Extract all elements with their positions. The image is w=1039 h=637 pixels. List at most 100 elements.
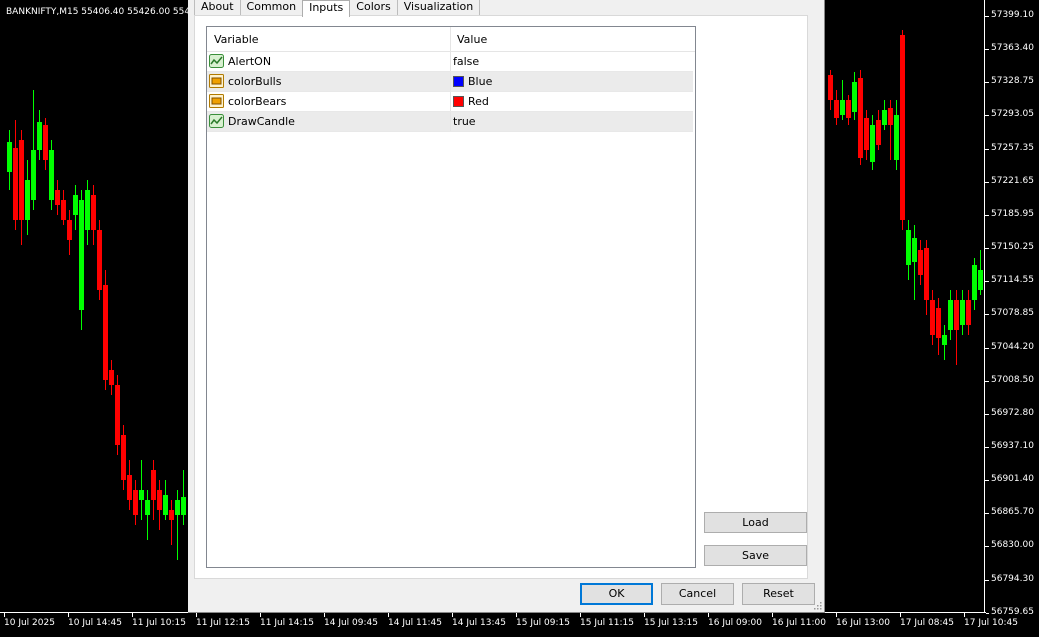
candle-body xyxy=(894,115,899,160)
candle-body xyxy=(930,300,935,335)
color-name: Blue xyxy=(468,75,493,88)
time-label: 15 Jul 11:15 xyxy=(580,618,634,628)
price-tick xyxy=(985,513,989,515)
input-row-colorbears[interactable]: colorBears Red xyxy=(207,92,693,112)
cancel-button[interactable]: Cancel xyxy=(661,583,734,605)
candle-body xyxy=(91,195,96,230)
time-tick xyxy=(708,613,709,617)
price-tick xyxy=(985,480,989,482)
candle-body xyxy=(115,385,120,445)
variable-value[interactable]: Blue xyxy=(453,72,492,91)
column-separator xyxy=(450,92,451,111)
tab-inputs[interactable]: Inputs xyxy=(302,0,351,17)
variable-value[interactable]: false xyxy=(453,52,479,71)
price-tick xyxy=(985,214,989,216)
candle-body xyxy=(37,122,42,150)
candle-body xyxy=(882,110,887,125)
candle-body xyxy=(924,248,929,300)
price-label: 56865.70 xyxy=(991,507,1034,518)
candle-body xyxy=(55,190,60,205)
price-tick xyxy=(985,314,989,316)
variable-name: colorBears xyxy=(228,95,287,108)
candle-body xyxy=(852,82,857,112)
time-tick xyxy=(324,613,325,617)
time-label: 14 Jul 13:45 xyxy=(452,618,506,628)
price-label: 57221.65 xyxy=(991,175,1034,186)
candle-body xyxy=(888,108,893,125)
load-button[interactable]: Load xyxy=(704,512,807,533)
time-tick xyxy=(836,613,837,617)
price-label: 57293.05 xyxy=(991,109,1034,120)
price-tick xyxy=(985,148,989,150)
candle-body xyxy=(972,265,977,300)
time-axis: 10 Jul 2025 10 Jul 14:45 11 Jul 10:15 11 Ju… xyxy=(0,612,1018,637)
price-tick xyxy=(985,16,989,17)
color-swatch xyxy=(453,96,464,107)
candle-body xyxy=(151,470,156,500)
price-tick xyxy=(985,248,989,250)
candle-body xyxy=(145,500,150,515)
candle-body xyxy=(966,300,971,325)
input-row-alerton[interactable]: AlertON false xyxy=(207,52,693,72)
tab-common[interactable]: Common xyxy=(239,0,304,15)
tab-about[interactable]: About xyxy=(194,0,241,15)
column-separator xyxy=(450,72,451,91)
candle-body xyxy=(858,78,863,158)
candle-body xyxy=(978,270,983,290)
price-tick xyxy=(985,579,989,581)
header-divider[interactable] xyxy=(450,27,451,51)
time-tick xyxy=(132,613,133,617)
candle-body xyxy=(870,125,875,162)
tab-colors[interactable]: Colors xyxy=(349,0,398,15)
inputs-panel: Variable Value AlertON false colorBulls xyxy=(194,15,808,579)
candle-body xyxy=(109,370,114,385)
candle-body xyxy=(954,300,959,330)
header-variable[interactable]: Variable xyxy=(214,27,259,51)
price-label: 56759.65 xyxy=(991,606,1034,617)
price-label: 57150.25 xyxy=(991,242,1034,253)
time-tick xyxy=(4,613,5,617)
candle-body xyxy=(900,35,905,220)
save-button[interactable]: Save xyxy=(704,545,807,566)
variable-value[interactable]: Red xyxy=(453,92,489,111)
time-tick xyxy=(644,613,645,617)
price-tick xyxy=(985,115,989,117)
candle-body xyxy=(31,150,36,200)
candle-body xyxy=(912,238,917,262)
price-label: 57078.85 xyxy=(991,308,1034,319)
tab-bar: About Common Inputs Colors Visualization xyxy=(194,0,481,17)
time-label: 17 Jul 10:45 xyxy=(964,618,1018,628)
header-value[interactable]: Value xyxy=(457,27,487,51)
price-tick xyxy=(985,281,989,283)
price-label: 56794.30 xyxy=(991,573,1034,584)
price-label: 57363.40 xyxy=(991,43,1034,54)
input-row-colorbulls[interactable]: colorBulls Blue xyxy=(207,72,693,92)
candle-body xyxy=(133,490,138,515)
tab-visualization[interactable]: Visualization xyxy=(396,0,481,15)
time-label: 11 Jul 14:15 xyxy=(260,618,314,628)
bool-icon xyxy=(209,54,224,68)
ok-button[interactable]: OK xyxy=(580,583,653,605)
color-name: Red xyxy=(468,95,489,108)
resize-grip-icon[interactable] xyxy=(814,602,822,610)
bool-icon xyxy=(209,114,224,128)
candle-body xyxy=(97,230,102,290)
indicator-properties-dialog: About Common Inputs Colors Visualization… xyxy=(188,0,825,613)
time-label: 15 Jul 09:15 xyxy=(516,618,570,628)
variable-name: AlertON xyxy=(228,55,272,68)
candle-body xyxy=(864,118,869,150)
candle-body xyxy=(828,75,833,100)
candle-body xyxy=(175,500,180,515)
reset-button[interactable]: Reset xyxy=(742,583,815,605)
price-label: 57328.75 xyxy=(991,76,1034,87)
color-swatch xyxy=(453,76,464,87)
price-label: 57044.20 xyxy=(991,341,1034,352)
color-icon xyxy=(209,74,224,88)
time-label: 11 Jul 10:15 xyxy=(132,618,186,628)
time-label: 14 Jul 11:45 xyxy=(388,618,442,628)
variable-value[interactable]: true xyxy=(453,112,476,131)
input-row-drawcandle[interactable]: DrawCandle true xyxy=(207,112,693,132)
candle-body xyxy=(163,495,168,515)
time-tick xyxy=(516,613,517,617)
candle-body xyxy=(103,285,108,380)
